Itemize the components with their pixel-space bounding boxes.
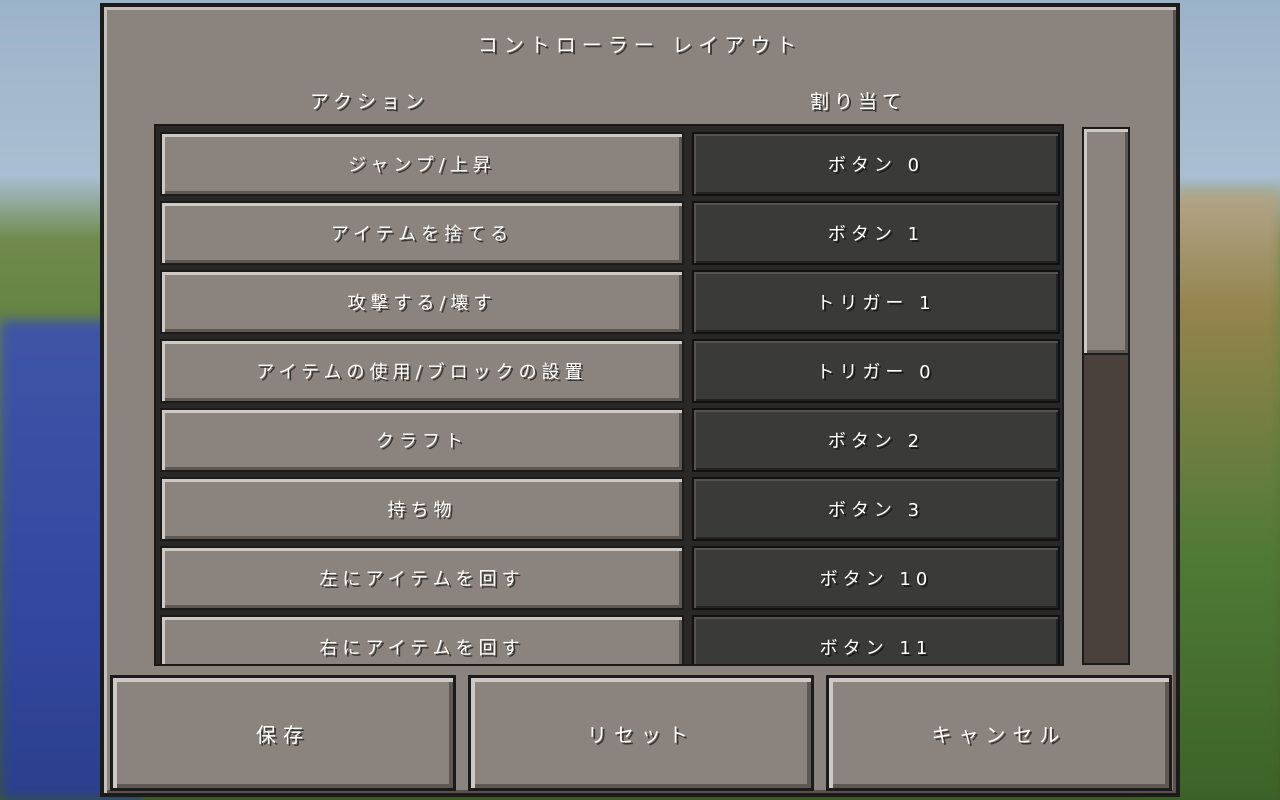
scrollbar-track[interactable]	[1082, 127, 1130, 665]
cancel-button[interactable]: キャンセル	[826, 675, 1172, 791]
action-button[interactable]: アイテムを捨てる	[160, 201, 684, 265]
binding-button[interactable]: ボタン 2	[692, 408, 1060, 472]
binding-row: アイテムの使用/ブロックの設置 トリガー 0	[160, 339, 1060, 403]
action-button[interactable]: 攻撃する/壊す	[160, 270, 684, 334]
binding-button[interactable]: ボタン 11	[692, 615, 1060, 664]
binding-button[interactable]: ボタン 0	[692, 132, 1060, 196]
assignment-column-header: 割り当て	[810, 91, 907, 113]
binding-row: クラフト ボタン 2	[160, 408, 1060, 472]
binding-button[interactable]: トリガー 0	[692, 339, 1060, 403]
action-button[interactable]: ジャンプ/上昇	[160, 132, 684, 196]
action-column-header: アクション	[310, 91, 430, 113]
controller-layout-dialog: コントローラー レイアウト アクション 割り当て ジャンプ/上昇 ボタン 0 ア…	[100, 3, 1180, 797]
binding-row: ジャンプ/上昇 ボタン 0	[160, 132, 1060, 196]
binding-button[interactable]: トリガー 1	[692, 270, 1060, 334]
binding-button[interactable]: ボタン 3	[692, 477, 1060, 541]
action-button[interactable]: 持ち物	[160, 477, 684, 541]
scrollbar-thumb[interactable]	[1084, 129, 1128, 355]
binding-list: ジャンプ/上昇 ボタン 0 アイテムを捨てる ボタン 1 攻撃する/壊す トリガ…	[154, 124, 1064, 666]
binding-button[interactable]: ボタン 10	[692, 546, 1060, 610]
action-button[interactable]: クラフト	[160, 408, 684, 472]
binding-row: アイテムを捨てる ボタン 1	[160, 201, 1060, 265]
binding-button[interactable]: ボタン 1	[692, 201, 1060, 265]
binding-row: 左にアイテムを回す ボタン 10	[160, 546, 1060, 610]
dialog-title: コントローラー レイアウト	[477, 33, 803, 57]
action-button[interactable]: 右にアイテムを回す	[160, 615, 684, 664]
reset-button[interactable]: リセット	[468, 675, 814, 791]
save-button[interactable]: 保存	[110, 675, 456, 791]
binding-row: 右にアイテムを回す ボタン 11	[160, 615, 1060, 664]
binding-row: 攻撃する/壊す トリガー 1	[160, 270, 1060, 334]
action-button[interactable]: アイテムの使用/ブロックの設置	[160, 339, 684, 403]
action-button[interactable]: 左にアイテムを回す	[160, 546, 684, 610]
binding-row: 持ち物 ボタン 3	[160, 477, 1060, 541]
